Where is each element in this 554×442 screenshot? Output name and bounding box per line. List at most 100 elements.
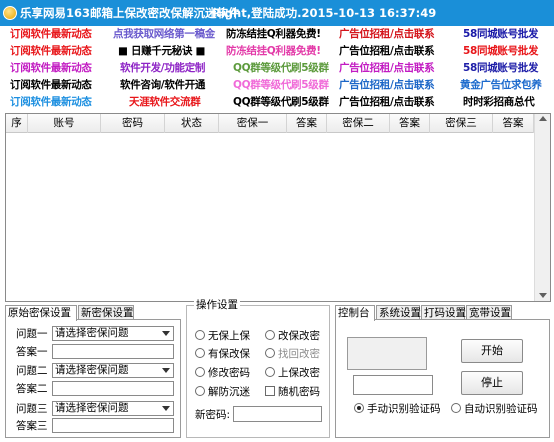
- tab-system-settings[interactable]: 系统设置: [376, 305, 421, 320]
- option-label: 随机密码: [278, 386, 320, 398]
- ad-link[interactable]: 时时彩招商总代: [463, 94, 535, 110]
- option-recover-password: 找回改密: [265, 348, 320, 361]
- ad-link[interactable]: 广告位招租/点击联系: [339, 94, 435, 110]
- ad-link[interactable]: 58同城账号批发: [463, 43, 539, 59]
- ad-link[interactable]: 订阅软件最新动态: [10, 26, 92, 42]
- operations-group: 操作设置 无保上保 改保改密 有保改保 找回改密 修改密码 上保改密 解防沉迷 …: [186, 299, 330, 438]
- ad-link[interactable]: 58同城账号批发: [463, 60, 539, 76]
- ad-link[interactable]: 广告位招租/点击联系: [339, 77, 435, 93]
- option-label: 修改密码: [208, 367, 250, 379]
- new-password-input[interactable]: [233, 406, 322, 422]
- option-add-security[interactable]: 无保上保: [195, 330, 250, 343]
- col-header[interactable]: 密保三: [430, 114, 493, 133]
- tab-broadband-settings[interactable]: 宽带设置: [466, 305, 512, 320]
- tab-console[interactable]: 控制台: [335, 305, 375, 321]
- tab-original-security[interactable]: 原始密保设置: [5, 305, 77, 321]
- answer-3-label: 答案三: [16, 420, 48, 432]
- title-bar[interactable]: 乐享网易163邮箱上保改密改保解沉迷软件 Right,登陆成功.2015-10-…: [0, 0, 554, 26]
- radio-icon: [265, 348, 275, 358]
- ad-link[interactable]: 软件咨询/软件开通: [120, 77, 205, 93]
- col-header[interactable]: 答案: [390, 114, 430, 133]
- ad-row: 订阅软件最新动态 天涯软件交流群 QQ群等级代刷5级群 广告位招租/点击联系 时…: [0, 94, 554, 110]
- radio-icon: [195, 386, 205, 396]
- ad-row: 订阅软件最新动态 点我获取网络第一稿金 防冻结挂Q利器免费! 广告位招租/点击联…: [0, 26, 554, 42]
- ad-link[interactable]: 防冻结挂Q利器免费!: [226, 26, 321, 42]
- account-grid[interactable]: 序 账号 密码 状态 密保一 答案 密保二 答案 密保三 答案: [5, 113, 551, 302]
- stop-button[interactable]: 停止: [461, 371, 523, 395]
- col-header[interactable]: 答案: [493, 114, 534, 133]
- ad-link[interactable]: 点我获取网络第一稿金: [113, 26, 215, 42]
- radio-icon: [195, 330, 205, 340]
- option-secure-change-password[interactable]: 上保改密: [265, 367, 320, 380]
- grid-scrollbar[interactable]: [534, 114, 550, 301]
- ad-link[interactable]: 订阅软件最新动态: [10, 94, 92, 110]
- manual-captcha-radio[interactable]: 手动识别验证码: [354, 403, 441, 416]
- question-1-label: 问题一: [16, 328, 48, 340]
- option-change-security-password[interactable]: 改保改密: [265, 330, 320, 343]
- radio-icon: [265, 367, 275, 377]
- chevron-down-icon: [162, 406, 170, 411]
- ad-link[interactable]: 广告位招租/点击联系: [339, 26, 435, 42]
- question-3-value: 请选择密保问题: [55, 402, 129, 414]
- option-label: 解防沉迷: [208, 386, 250, 398]
- ad-row: 订阅软件最新动态 软件开发/功能定制 QQ群等级代刷5级群 广告位招租/点击联系…: [0, 60, 554, 76]
- ad-link[interactable]: 黄金广告位求包养: [460, 77, 542, 93]
- tab-new-security[interactable]: 新密保设置: [78, 305, 134, 320]
- col-header[interactable]: 答案: [287, 114, 327, 133]
- tab-captcha-settings[interactable]: 打码设置: [421, 305, 466, 320]
- ad-link[interactable]: QQ群等级代刷5级群: [233, 60, 329, 76]
- grid-header: 序 账号 密码 状态 密保一 答案 密保二 答案 密保三 答案: [6, 114, 534, 133]
- ad-link[interactable]: 58同城账号批发: [463, 26, 539, 42]
- option-label: 找回改密: [278, 348, 320, 360]
- col-header[interactable]: 序: [6, 114, 28, 133]
- ad-link[interactable]: 天涯软件交流群: [129, 94, 201, 110]
- login-status: Right,登陆成功.2015-10-13 16:37:49: [212, 6, 437, 20]
- radio-icon: [195, 367, 205, 377]
- question-3-label: 问题三: [16, 403, 48, 415]
- random-password-checkbox[interactable]: 随机密码: [265, 386, 320, 399]
- ad-panel: 订阅软件最新动态 点我获取网络第一稿金 防冻结挂Q利器免费! 广告位招租/点击联…: [0, 26, 554, 110]
- operations-title: 操作设置: [194, 299, 240, 312]
- col-header[interactable]: 密保一: [219, 114, 287, 133]
- scroll-down-icon[interactable]: [539, 293, 547, 298]
- ad-link[interactable]: 防冻结挂Q利器免费!: [226, 43, 321, 59]
- ad-link[interactable]: 订阅软件最新动态: [10, 60, 92, 76]
- option-label: 有保改保: [208, 348, 250, 360]
- option-label: 无保上保: [208, 330, 250, 342]
- ad-link[interactable]: 广告位招租/点击联系: [339, 43, 435, 59]
- radio-icon: [265, 330, 275, 340]
- col-header[interactable]: 账号: [28, 114, 101, 133]
- auto-captcha-radio[interactable]: 自动识别验证码: [451, 403, 538, 416]
- question-2-select[interactable]: 请选择密保问题: [52, 363, 174, 378]
- radio-selected-icon: [354, 403, 364, 413]
- question-1-value: 请选择密保问题: [55, 327, 129, 339]
- ad-link[interactable]: 订阅软件最新动态: [10, 77, 92, 93]
- question-1-select[interactable]: 请选择密保问题: [52, 326, 174, 341]
- col-header[interactable]: 密保二: [327, 114, 390, 133]
- option-remove-anti-addiction[interactable]: 解防沉迷: [195, 386, 250, 399]
- checkbox-icon: [265, 386, 275, 396]
- captcha-input[interactable]: [353, 375, 433, 395]
- option-change-password[interactable]: 修改密码: [195, 367, 250, 380]
- ad-link[interactable]: QQ群等级代刷5级群: [233, 94, 329, 110]
- chevron-down-icon: [162, 368, 170, 373]
- window-title: 乐享网易163邮箱上保改密改保解沉迷软件: [20, 6, 240, 20]
- ad-link[interactable]: 订阅软件最新动态: [10, 43, 92, 59]
- option-label: 改保改密: [278, 330, 320, 342]
- answer-3-input[interactable]: [52, 418, 174, 433]
- ad-link[interactable]: 软件开发/功能定制: [120, 60, 205, 76]
- radio-icon: [451, 403, 461, 413]
- answer-2-input[interactable]: [52, 381, 174, 396]
- question-3-select[interactable]: 请选择密保问题: [52, 401, 174, 416]
- ad-link[interactable]: 广告位招租/点击联系: [339, 60, 435, 76]
- answer-1-input[interactable]: [52, 344, 174, 359]
- ad-link[interactable]: ■ 日赚千元秘诀 ■: [118, 43, 205, 59]
- scroll-up-icon[interactable]: [539, 116, 547, 121]
- ad-link[interactable]: QQ群等级代刷5级群: [233, 77, 329, 93]
- col-header[interactable]: 状态: [165, 114, 219, 133]
- app-logo-icon: [3, 6, 17, 20]
- option-change-security[interactable]: 有保改保: [195, 348, 250, 361]
- col-header[interactable]: 密码: [101, 114, 165, 133]
- option-label: 上保改密: [278, 367, 320, 379]
- start-button[interactable]: 开始: [461, 339, 523, 363]
